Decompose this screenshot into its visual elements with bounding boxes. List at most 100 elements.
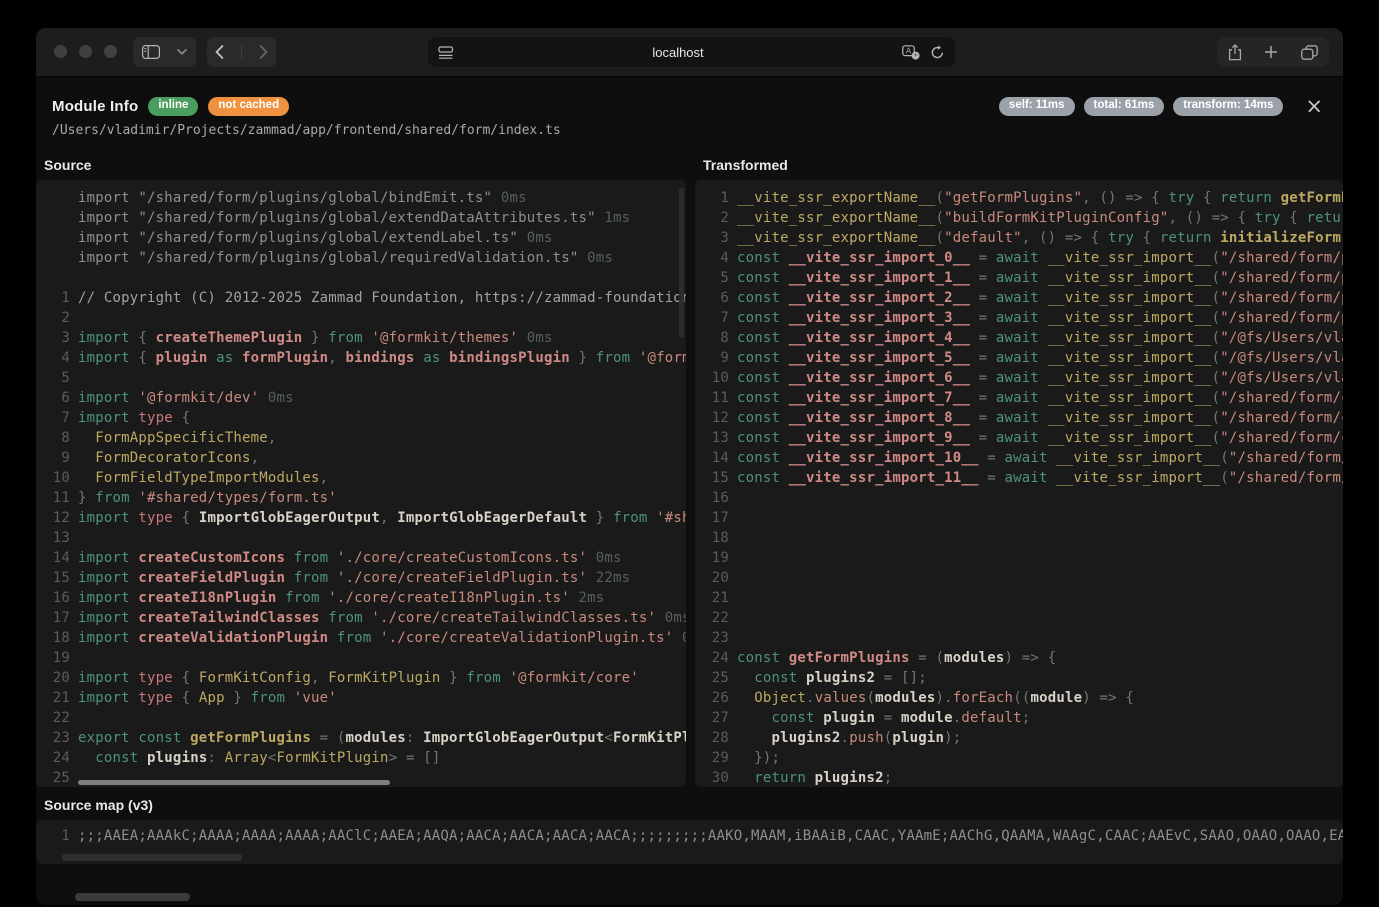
traffic-lights (54, 45, 117, 58)
line-number: 22 (695, 608, 737, 628)
line-number: 19 (36, 648, 78, 668)
browser-toolbar: localhost A* (36, 28, 1343, 77)
source-horizontal-scrollbar[interactable] (78, 780, 390, 785)
reader-view-icon[interactable] (438, 46, 454, 59)
zoom-window-button[interactable] (104, 45, 117, 58)
line-number: 9 (36, 448, 78, 468)
code-line: 1;;;AAEA;AAAkC;AAAA;AAAA;AAAA;AAClC;AAEA… (36, 826, 1343, 846)
module-header: Module Info inline not cached self: 11ms… (36, 77, 1343, 152)
self-time-badge: self: 11ms (999, 97, 1075, 116)
line-number: 22 (36, 708, 78, 728)
line-number: 17 (36, 608, 78, 628)
code-line: 21 (695, 588, 1343, 608)
code-line: 5const __vite_ssr_import_1__ = await __v… (695, 268, 1343, 288)
code-line: 17import createTailwindClasses from './c… (36, 608, 686, 628)
page-horizontal-scrollbar[interactable] (75, 893, 190, 901)
browser-window: localhost A* (36, 28, 1343, 905)
close-window-button[interactable] (54, 45, 67, 58)
code-line: 29 }); (695, 748, 1343, 768)
line-number: 12 (695, 408, 737, 428)
code-line: import "/shared/form/plugins/global/requ… (36, 248, 686, 268)
code-line: 14const __vite_ssr_import_10__ = await _… (695, 448, 1343, 468)
code-line: 18 (695, 528, 1343, 548)
line-number: 7 (36, 408, 78, 428)
nav-divider (241, 44, 242, 60)
line-number: 16 (695, 488, 737, 508)
line-number: 4 (695, 248, 737, 268)
code-line: 5 (36, 368, 686, 388)
line-number: 25 (36, 768, 78, 787)
new-tab-icon[interactable] (1264, 45, 1278, 59)
sourcemap-horizontal-scrollbar[interactable] (62, 854, 242, 861)
total-time-badge: total: 61ms (1084, 97, 1165, 116)
line-number: 20 (695, 568, 737, 588)
line-number: 6 (36, 388, 78, 408)
line-number: 15 (36, 568, 78, 588)
code-line: 14import createCustomIcons from './core/… (36, 548, 686, 568)
line-number: 23 (36, 728, 78, 748)
code-line: 3__vite_ssr_exportName__("default", () =… (695, 228, 1343, 248)
line-number: 5 (36, 368, 78, 388)
code-line: 11const __vite_ssr_import_7__ = await __… (695, 388, 1343, 408)
code-line: 7import type { (36, 408, 686, 428)
svg-text:A: A (906, 46, 912, 55)
code-line: 24const getFormPlugins = (modules) => { (695, 648, 1343, 668)
code-line: 4const __vite_ssr_import_0__ = await __v… (695, 248, 1343, 268)
source-vertical-scrollbar[interactable] (679, 188, 684, 338)
transformed-code-card: 1__vite_ssr_exportName__("getFormPlugins… (695, 180, 1343, 787)
line-number: 18 (695, 528, 737, 548)
line-number: 14 (695, 448, 737, 468)
line-number: 27 (695, 708, 737, 728)
code-line: 9const __vite_ssr_import_5__ = await __v… (695, 348, 1343, 368)
line-number: 9 (695, 348, 737, 368)
code-line: import "/shared/form/plugins/global/exte… (36, 228, 686, 248)
code-line: 1__vite_ssr_exportName__("getFormPlugins… (695, 188, 1343, 208)
url-bar[interactable]: localhost A* (428, 37, 955, 67)
back-button[interactable] (215, 45, 224, 59)
cache-status-badge: not cached (208, 97, 289, 116)
code-line (36, 268, 686, 288)
module-path: /Users/vladimir/Projects/zammad/app/fron… (52, 123, 1327, 138)
sidebar-toggle[interactable] (133, 37, 196, 67)
nav-buttons (207, 37, 276, 67)
toolbar-right-buttons (1217, 37, 1329, 67)
share-icon[interactable] (1228, 44, 1242, 61)
code-line: 8 FormAppSpecificTheme, (36, 428, 686, 448)
code-line: 6import '@formkit/dev' 0ms (36, 388, 686, 408)
code-line: 28 plugins2.push(plugin); (695, 728, 1343, 748)
code-line: 19 (695, 548, 1343, 568)
tab-overview-icon[interactable] (1301, 45, 1318, 60)
code-line: 30 return plugins2; (695, 768, 1343, 787)
line-number: 21 (36, 688, 78, 708)
line-number: 17 (695, 508, 737, 528)
code-line: import "/shared/form/plugins/global/exte… (36, 208, 686, 228)
minimize-window-button[interactable] (79, 45, 92, 58)
code-line: 20import type { FormKitConfig, FormKitPl… (36, 668, 686, 688)
code-line: 10 FormFieldTypeImportModules, (36, 468, 686, 488)
line-number: 19 (695, 548, 737, 568)
source-panel-title: Source (36, 152, 686, 180)
panel-divider (686, 152, 695, 787)
code-line: import "/shared/form/plugins/global/bind… (36, 188, 686, 208)
line-number: 2 (695, 208, 737, 228)
code-line: 23 (695, 628, 1343, 648)
line-number: 7 (695, 308, 737, 328)
forward-button[interactable] (259, 45, 268, 59)
line-number: 15 (695, 468, 737, 488)
line-number: 2 (36, 308, 78, 328)
close-button[interactable]: × (1301, 98, 1327, 114)
line-number: 20 (36, 668, 78, 688)
code-line: 16import createI18nPlugin from './core/c… (36, 588, 686, 608)
sourcemap-panel-title: Source map (v3) (36, 792, 1343, 820)
module-info-page: Module Info inline not cached self: 11ms… (36, 77, 1343, 864)
reload-icon[interactable] (930, 45, 945, 60)
code-line: 24 const plugins: Array<FormKitPlugin> =… (36, 748, 686, 768)
translate-icon[interactable]: A* (902, 45, 920, 60)
code-line: 22 (36, 708, 686, 728)
code-line: 20 (695, 568, 1343, 588)
code-line: 16 (695, 488, 1343, 508)
code-line: 15import createFieldPlugin from './core/… (36, 568, 686, 588)
line-number: 21 (695, 588, 737, 608)
line-number: 30 (695, 768, 737, 787)
code-line: 12import type { ImportGlobEagerOutput, I… (36, 508, 686, 528)
